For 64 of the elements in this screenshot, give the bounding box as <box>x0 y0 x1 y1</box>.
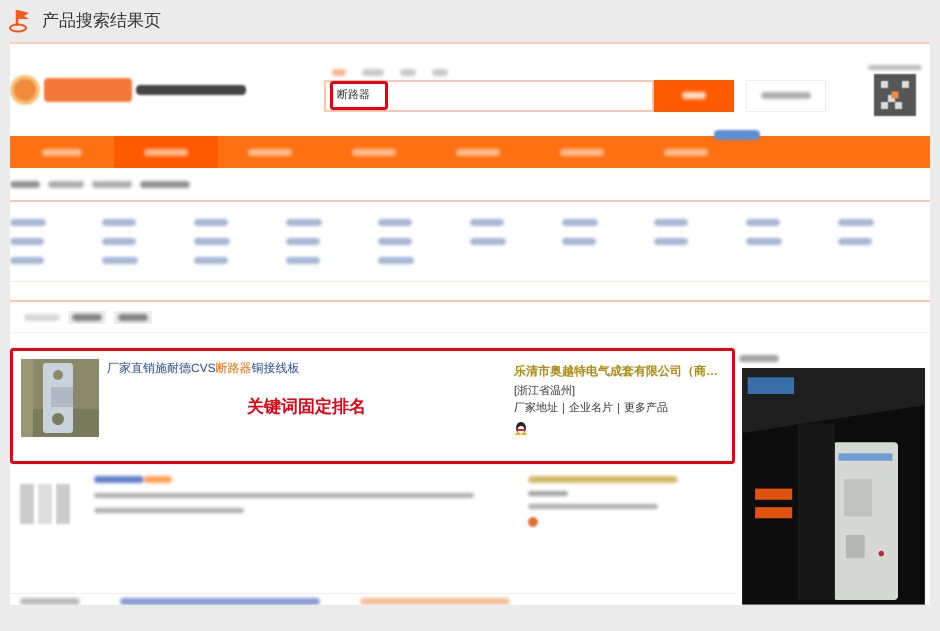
blurred-text <box>562 238 596 245</box>
search-button[interactable] <box>654 80 734 112</box>
blurred-text <box>654 238 688 245</box>
blurred-text <box>10 219 46 226</box>
blurred-text <box>746 238 782 245</box>
blurred-text <box>48 180 84 188</box>
blurred-text <box>102 219 136 226</box>
blurred-text <box>664 148 708 156</box>
blurred-text <box>24 314 60 320</box>
penguin-icon <box>514 420 528 434</box>
annotation: 关键词固定排名 <box>247 396 366 418</box>
blurred-text <box>838 219 874 226</box>
blurred-text <box>10 238 44 245</box>
blurred-text <box>194 219 228 226</box>
blurred-text <box>248 148 292 156</box>
blurred-icon <box>528 517 538 528</box>
blurred-text <box>194 238 230 245</box>
blurred-text <box>378 238 412 245</box>
search-value: 断路器 <box>330 81 388 110</box>
blurred-text <box>10 257 44 264</box>
company-location: [浙江省温州] <box>514 384 576 399</box>
blurred-text <box>378 219 412 226</box>
blurred-text <box>378 257 414 264</box>
blurred-text <box>528 491 568 496</box>
blurred-text <box>72 314 102 320</box>
blurred-badge <box>714 130 760 140</box>
blurred-text <box>761 92 811 99</box>
blurred-text <box>562 219 598 226</box>
blurred-text <box>102 238 136 245</box>
blurred-text <box>286 257 320 264</box>
blurred-text <box>746 219 780 226</box>
page-title: 产品搜索结果页 <box>42 10 161 32</box>
company-link[interactable]: 厂家地址 <box>514 402 563 414</box>
blurred-text <box>560 148 604 156</box>
company-link[interactable]: 企业名片 <box>563 402 618 414</box>
product-title[interactable]: 厂家直销施耐德CVS断路器铜接线板 <box>107 359 506 377</box>
blurred-text <box>42 148 82 156</box>
blurred-text <box>432 68 448 76</box>
company-link[interactable]: 更多产品 <box>618 402 673 414</box>
blurred-text <box>332 68 346 76</box>
blurred-text <box>20 598 80 605</box>
blurred-text <box>838 238 872 245</box>
qr-code-icon <box>874 74 916 116</box>
search-field[interactable]: 断路器 <box>324 80 654 112</box>
blurred-text <box>362 68 384 76</box>
blurred-text <box>118 314 148 320</box>
blurred-text <box>739 354 779 362</box>
blurred-text <box>470 219 504 226</box>
blurred-text <box>10 180 40 188</box>
publish-button[interactable] <box>746 80 826 112</box>
blurred-text <box>102 257 138 264</box>
blurred-text <box>352 148 396 156</box>
blurred-text <box>140 180 190 188</box>
blurred-text <box>470 238 506 245</box>
blurred-text <box>456 148 500 156</box>
blurred-text <box>92 180 132 188</box>
blurred-text <box>286 238 320 245</box>
blurred-text <box>286 219 322 226</box>
blurred-text <box>400 68 416 76</box>
blurred-text <box>194 257 228 264</box>
blurred-text <box>682 92 706 99</box>
blurred-text <box>144 148 188 156</box>
blurred-text <box>868 64 922 70</box>
blurred-text <box>654 219 688 226</box>
